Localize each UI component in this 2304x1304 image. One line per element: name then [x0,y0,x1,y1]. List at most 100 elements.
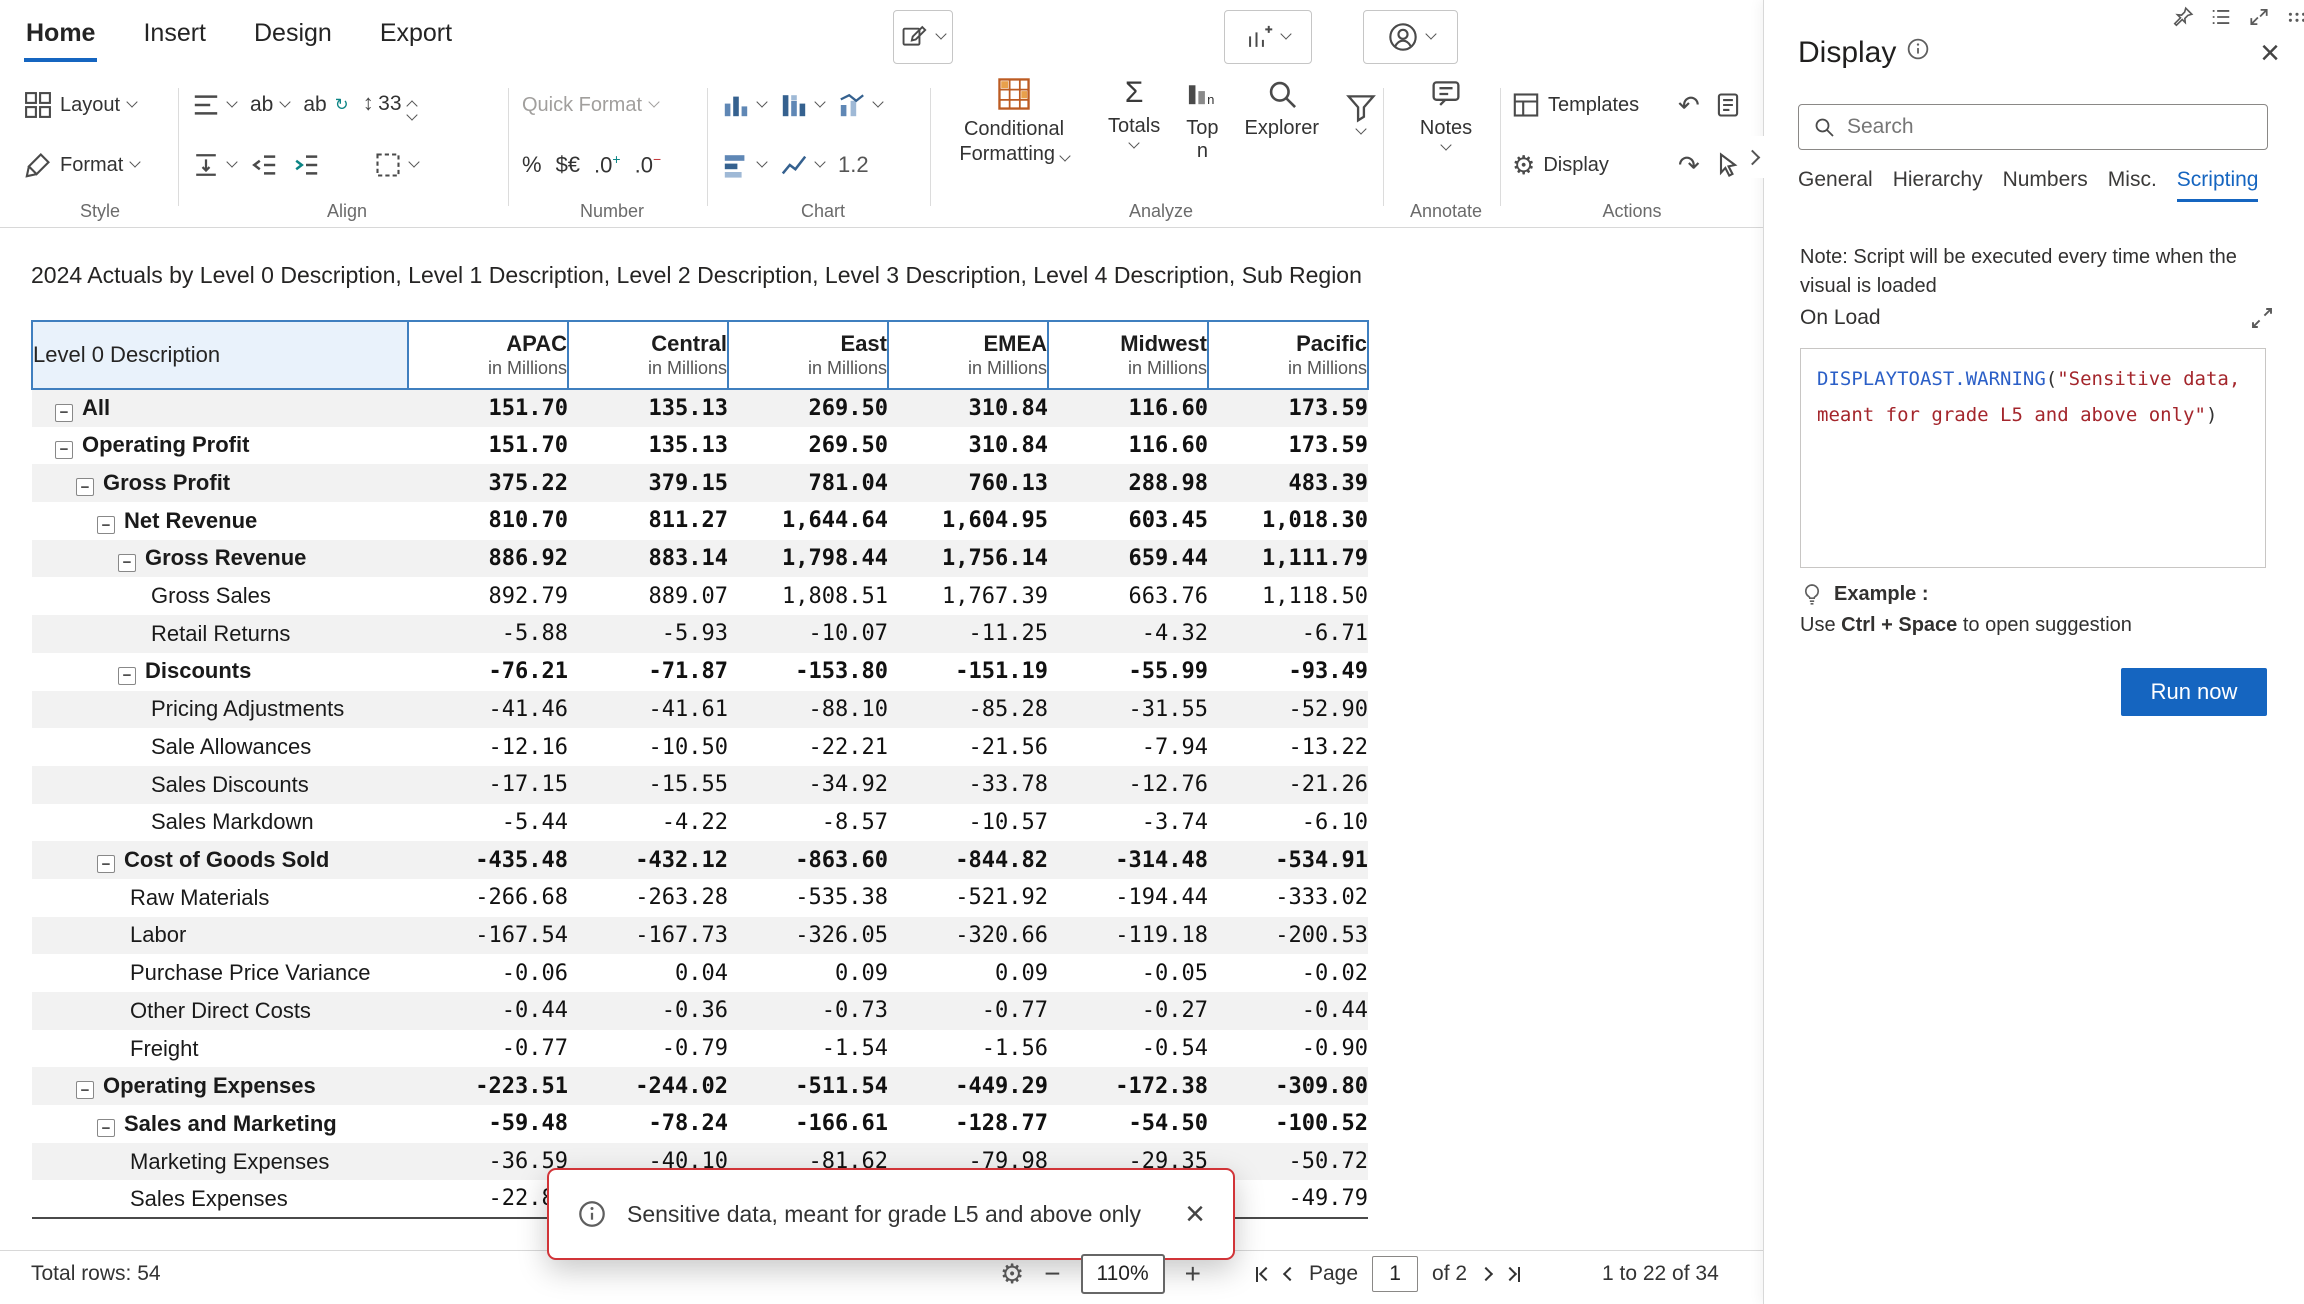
value-cell[interactable]: -534.91 [1208,841,1368,879]
line-chart-button[interactable] [780,151,824,179]
collapse-toggle-icon[interactable]: − [55,441,73,459]
column-header-cell[interactable]: EMEAin Millions [888,321,1048,389]
value-cell[interactable]: -41.61 [568,691,728,729]
value-cell[interactable]: -59.48 [408,1105,568,1143]
value-cell[interactable]: -223.51 [408,1067,568,1105]
value-cell[interactable]: -167.54 [408,917,568,955]
row-label-cell[interactable]: Pricing Adjustments [32,691,408,729]
ribbon-tab-insert[interactable]: Insert [141,11,208,62]
value-cell[interactable]: -100.52 [1208,1105,1368,1143]
value-cell[interactable]: -12.16 [408,728,568,766]
format-button[interactable]: Format [24,151,139,179]
edit-visual-button[interactable] [893,10,953,64]
value-cell[interactable]: 663.76 [1048,577,1208,615]
redo-button[interactable]: ↷ [1678,152,1700,178]
column-header-cell[interactable]: Centralin Millions [568,321,728,389]
value-cell[interactable]: -34.92 [728,766,888,804]
value-cell[interactable]: -266.68 [408,879,568,917]
row-label-cell[interactable]: Purchase Price Variance [32,954,408,992]
value-cell[interactable]: 603.45 [1048,502,1208,540]
row-label-cell[interactable]: −Operating Profit [32,427,408,465]
collapse-toggle-icon[interactable]: − [97,855,115,873]
value-cell[interactable]: 1,111.79 [1208,540,1368,578]
expand-editor-icon[interactable] [2250,306,2274,330]
value-cell[interactable]: -6.10 [1208,804,1368,842]
value-cell[interactable]: -31.55 [1048,691,1208,729]
row-label-cell[interactable]: −Sales and Marketing [32,1105,408,1143]
value-cell[interactable]: -36.59 [408,1143,568,1181]
value-cell[interactable]: -5.88 [408,615,568,653]
vertical-align-button[interactable] [192,151,236,179]
row-label-cell[interactable]: Sales Expenses [32,1180,408,1218]
value-cell[interactable]: -0.73 [728,992,888,1030]
explorer-button[interactable]: Explorer [1245,78,1319,140]
tab-misc[interactable]: Misc. [2108,168,2157,202]
value-cell[interactable]: -320.66 [888,917,1048,955]
row-height-stepper[interactable]: ↕ 33 [363,92,416,119]
zoom-out-button[interactable]: − [1044,1260,1060,1288]
value-cell[interactable]: -8.57 [728,804,888,842]
value-cell[interactable]: -0.02 [1208,954,1368,992]
value-cell[interactable]: -521.92 [888,879,1048,917]
conditional-formatting-button[interactable]: Conditional Formatting [946,78,1082,167]
value-cell[interactable]: 116.60 [1048,427,1208,465]
value-cell[interactable]: 1,604.95 [888,502,1048,540]
value-cell[interactable]: -172.38 [1048,1067,1208,1105]
last-page-button[interactable] [1505,1267,1520,1282]
row-label-cell[interactable]: −Discounts [32,653,408,691]
value-cell[interactable]: -0.05 [1048,954,1208,992]
value-cell[interactable]: 1,118.50 [1208,577,1368,615]
value-cell[interactable]: 1,644.64 [728,502,888,540]
value-cell[interactable]: 760.13 [888,464,1048,502]
value-cell[interactable]: -449.29 [888,1067,1048,1105]
currency-format-button[interactable]: $€ [556,152,580,178]
row-label-cell[interactable]: Sales Markdown [32,804,408,842]
collapse-toggle-icon[interactable]: − [76,1081,94,1099]
value-cell[interactable]: -13.22 [1208,728,1368,766]
tab-numbers[interactable]: Numbers [2003,168,2088,202]
value-cell[interactable]: -263.28 [568,879,728,917]
add-visual-button[interactable] [1224,10,1312,64]
notes-button[interactable]: Notes [1420,78,1472,149]
abbreviate-button[interactable]: ab↻ [303,93,348,117]
value-cell[interactable]: -326.05 [728,917,888,955]
bar-chart-button[interactable] [722,91,766,119]
value-cell[interactable]: 1,756.14 [888,540,1048,578]
value-cell[interactable]: -167.73 [568,917,728,955]
horizontal-bar-chart-button[interactable] [722,151,766,179]
value-cell[interactable]: -85.28 [888,691,1048,729]
value-cell[interactable]: -22.21 [728,728,888,766]
tab-general[interactable]: General [1798,168,1873,202]
value-cell[interactable]: -0.36 [568,992,728,1030]
value-cell[interactable]: -41.46 [408,691,568,729]
value-cell[interactable]: 135.13 [568,389,728,427]
expand-icon[interactable] [2248,6,2270,28]
increase-indent-button[interactable] [292,151,320,179]
value-cell[interactable]: 0.09 [728,954,888,992]
value-cell[interactable]: 151.70 [408,427,568,465]
value-cell[interactable]: -153.80 [728,653,888,691]
account-button[interactable] [1363,10,1458,64]
zoom-in-button[interactable]: + [1185,1260,1201,1288]
row-label-cell[interactable]: Gross Sales [32,577,408,615]
row-label-cell[interactable]: −Operating Expenses [32,1067,408,1105]
value-cell[interactable]: -1.54 [728,1030,888,1068]
collapse-toggle-icon[interactable]: − [97,1119,115,1137]
value-cell[interactable]: 379.15 [568,464,728,502]
settings-gear-icon[interactable]: ⚙ [1000,1261,1024,1288]
value-cell[interactable]: -119.18 [1048,917,1208,955]
stepper-arrows[interactable] [408,96,416,119]
value-cell[interactable]: -128.77 [888,1105,1048,1143]
text-case-button[interactable]: ab [250,93,289,117]
value-cell[interactable]: -844.82 [888,841,1048,879]
value-cell[interactable]: -151.19 [888,653,1048,691]
value-cell[interactable]: -76.21 [408,653,568,691]
more-options-icon[interactable] [2286,6,2304,28]
value-cell[interactable]: -71.87 [568,653,728,691]
tab-scripting[interactable]: Scripting [2177,168,2259,202]
select-tool-button[interactable] [1714,151,1742,179]
horizontal-align-button[interactable] [192,91,236,119]
value-cell[interactable]: 1,018.30 [1208,502,1368,540]
templates-button[interactable]: Templates [1512,91,1664,119]
combo-chart-button[interactable] [838,91,882,119]
